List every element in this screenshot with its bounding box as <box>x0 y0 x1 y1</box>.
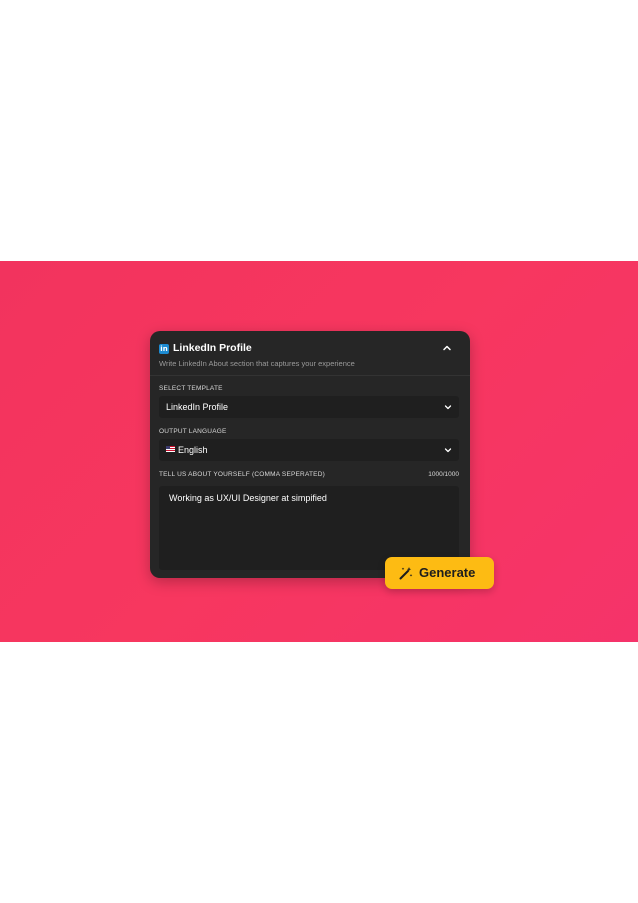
panel-header[interactable]: in LinkedIn Profile Write LinkedIn About… <box>150 331 470 375</box>
template-label: SELECT TEMPLATE <box>159 385 223 392</box>
us-flag-icon <box>166 446 175 452</box>
language-label: OUTPUT LANGUAGE <box>159 428 227 435</box>
generate-button-label: Generate <box>419 565 476 580</box>
chevron-up-icon[interactable] <box>441 342 453 354</box>
about-textarea-value: Working as UX/UI Designer at simpified <box>169 493 327 503</box>
generate-button[interactable]: Generate <box>385 557 494 589</box>
template-select-value: LinkedIn Profile <box>166 402 229 412</box>
panel-title: LinkedIn Profile <box>173 342 252 354</box>
character-counter: 1000/1000 <box>428 471 459 478</box>
about-label: TELL US ABOUT YOURSELF (COMMA SEPERATED) <box>159 471 325 478</box>
linkedin-icon: in <box>159 344 169 354</box>
language-select[interactable]: English <box>159 439 459 461</box>
language-select-value: English <box>166 445 208 455</box>
linkedin-profile-panel: in LinkedIn Profile Write LinkedIn About… <box>150 331 470 578</box>
chevron-down-icon <box>444 448 452 453</box>
page: in LinkedIn Profile Write LinkedIn About… <box>0 0 638 903</box>
panel-subtitle: Write LinkedIn About section that captur… <box>159 359 355 368</box>
magic-wand-icon <box>399 567 413 580</box>
header-divider <box>150 375 470 376</box>
template-select[interactable]: LinkedIn Profile <box>159 396 459 418</box>
chevron-down-icon <box>444 405 452 410</box>
language-name: English <box>178 445 208 455</box>
